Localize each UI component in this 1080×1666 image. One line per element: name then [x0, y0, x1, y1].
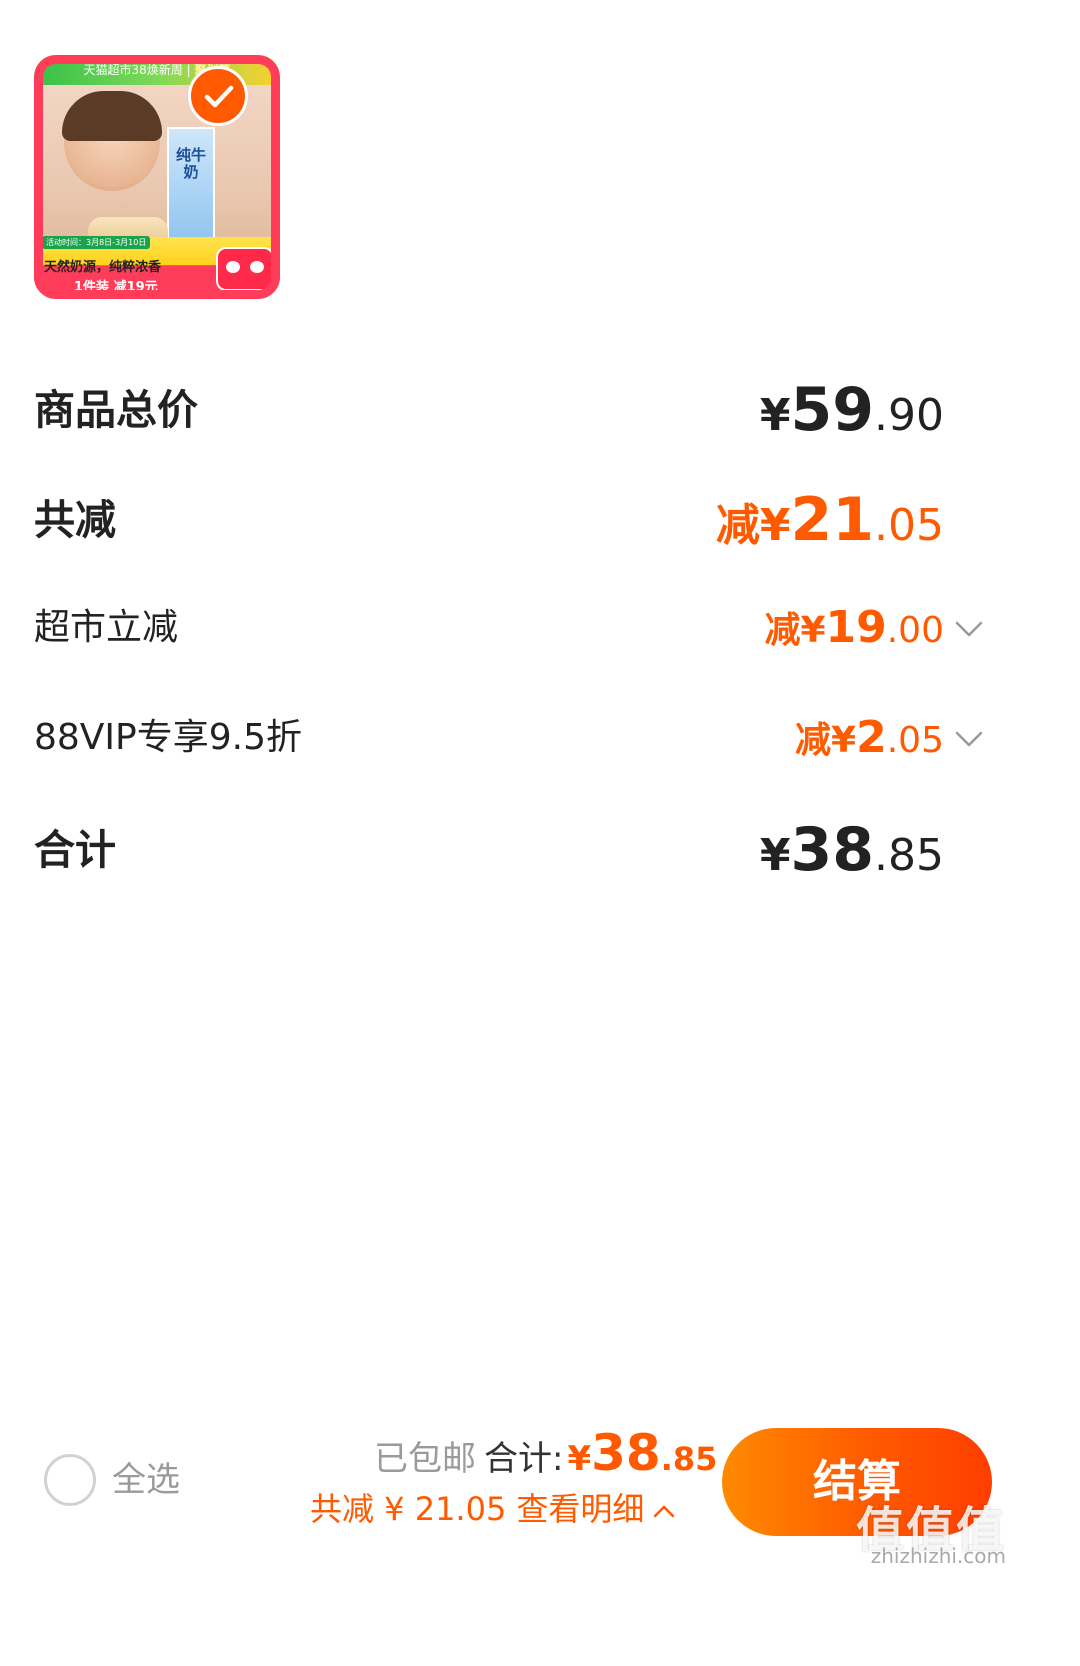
discount-integer: 21 [790, 485, 875, 555]
goods-total-value: ¥59.90 [760, 370, 944, 465]
thumbnail-slogan: 天然奶源，纯粹浓香 [44, 260, 162, 275]
currency-symbol: ¥ [759, 390, 791, 441]
supermarket-discount-label: 超市立减 [34, 607, 179, 648]
discount-prefix: 减¥ [715, 500, 791, 551]
price-integer: 38 [790, 815, 875, 885]
total-discount-row: 共减 减¥21.05 [34, 480, 1080, 560]
check-icon [204, 85, 234, 108]
thumbnail-child-hair [62, 91, 162, 141]
select-all-radio[interactable] [44, 1454, 96, 1506]
supermarket-discount-value: 减¥19.00 [764, 588, 944, 677]
chevron-down-icon[interactable] [954, 730, 984, 748]
discount-summary: 共减 ¥ 21.05 [310, 1490, 507, 1528]
vip-discount-row[interactable]: 88VIP专享9.5折 减¥2.05 [34, 698, 1080, 778]
subtotal-label: 合计 [34, 826, 116, 874]
select-all-label[interactable]: 全选 [112, 1454, 180, 1506]
discount-decimal: .00 [886, 610, 944, 651]
watermark-url: zhizhizhi.com [870, 1544, 1006, 1568]
selected-check-badge[interactable] [188, 66, 248, 126]
total-integer: 38 [591, 1424, 661, 1482]
tmall-cat-icon [216, 247, 274, 291]
total-discount-label: 共减 [34, 496, 116, 544]
total-discount-value: 减¥21.05 [716, 480, 944, 575]
thumbnail-activity-time: 活动时间：3月8日-3月10日 [42, 236, 151, 249]
discount-integer: 19 [825, 602, 887, 653]
goods-total-row: 商品总价 ¥59.90 [34, 370, 1080, 450]
carton-text: 纯牛奶 [175, 146, 206, 181]
chevron-down-icon[interactable] [954, 620, 984, 638]
total-label: 合计: [484, 1439, 564, 1479]
discount-decimal: .05 [874, 500, 944, 551]
discount-detail-toggle[interactable]: 共减 ¥ 21.05 查看明细 [310, 1486, 676, 1532]
subtotal-value: ¥38.85 [760, 810, 944, 905]
price-decimal: .85 [874, 830, 944, 881]
chevron-up-icon [654, 1505, 675, 1518]
price-decimal: .90 [874, 390, 944, 441]
discount-integer: 2 [856, 712, 887, 763]
discount-prefix: 减¥ [764, 610, 826, 651]
vip-discount-label: 88VIP专享9.5折 [34, 717, 303, 758]
shipping-status: 已包邮 [374, 1439, 476, 1479]
thumbnail-milk-carton: 纯牛奶 [167, 127, 215, 245]
goods-total-label: 商品总价 [34, 386, 198, 434]
discount-prefix: 减¥ [795, 720, 857, 761]
price-integer: 59 [790, 375, 875, 445]
total-currency: ¥ [567, 1439, 592, 1479]
view-detail-link[interactable]: 查看明细 [516, 1490, 644, 1528]
subtotal-row: 合计 ¥38.85 [34, 810, 1080, 890]
currency-symbol: ¥ [759, 830, 791, 881]
total-line: 已包邮 合计: ¥38.85 [374, 1424, 717, 1484]
thumbnail-promo: 1件装 减19元 [74, 280, 158, 295]
total-decimal: .85 [660, 1440, 718, 1478]
vip-discount-value: 减¥2.05 [795, 698, 944, 787]
top-banner-text: 天猫超市38焕新周 [83, 63, 183, 77]
supermarket-discount-row[interactable]: 超市立减 减¥19.00 [34, 588, 1080, 668]
discount-decimal: .05 [886, 720, 944, 761]
